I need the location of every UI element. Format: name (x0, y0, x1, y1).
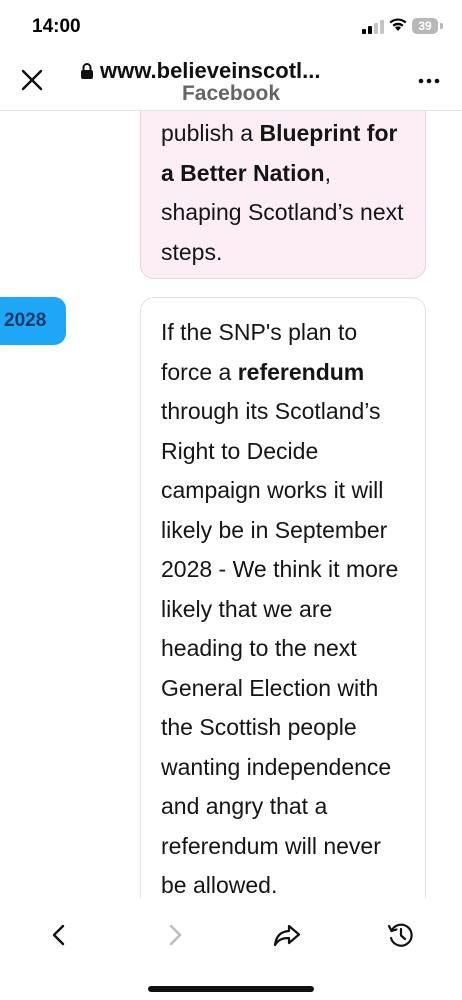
battery-icon: 39 (412, 18, 438, 34)
year-badge: 2028 (0, 297, 66, 345)
page-content[interactable]: publish a Blueprint for a Better Nation,… (0, 111, 462, 898)
forward-icon[interactable] (160, 920, 190, 950)
wifi-icon (389, 18, 407, 31)
site-name: Facebook (181, 82, 281, 105)
status-time: 14:00 (32, 16, 81, 37)
lock-icon (81, 63, 93, 79)
share-icon[interactable] (272, 920, 302, 950)
more-options-icon[interactable] (414, 74, 444, 88)
battery-nub (440, 23, 443, 29)
address-bar[interactable]: www.believeinscotl... (80, 58, 390, 84)
bold-text: referendum (237, 358, 365, 385)
browser-header: www.believeinscotl... Facebook (0, 52, 462, 110)
timeline-card-previous: publish a Blueprint for a Better Nation,… (140, 111, 426, 279)
status-bar: 14:00 39 (0, 0, 462, 52)
card-text: If the SNP's plan to force a referendum … (161, 313, 405, 898)
text-run: through its Scotland’s Right to Decide c… (161, 398, 399, 898)
url-text: www.believeinscotl... (100, 58, 321, 83)
text-run: publish a (161, 120, 260, 146)
history-icon[interactable] (386, 920, 416, 950)
timeline-card-2028: If the SNP's plan to force a referendum … (140, 297, 426, 898)
bottom-toolbar (0, 898, 462, 1000)
card-text: publish a Blueprint for a Better Nation,… (161, 114, 405, 272)
back-icon[interactable] (44, 920, 74, 950)
home-indicator (148, 986, 314, 992)
cellular-signal-icon (362, 20, 384, 34)
